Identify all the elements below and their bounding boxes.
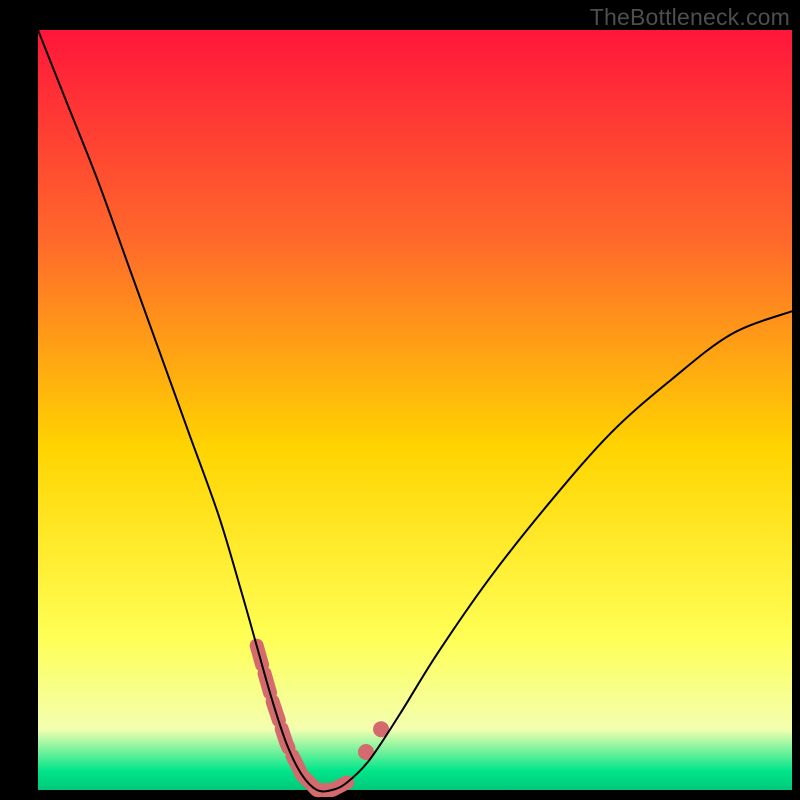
plot-background	[38, 30, 792, 790]
watermark-text: TheBottleneck.com	[590, 4, 790, 31]
chart-frame: TheBottleneck.com	[0, 0, 800, 800]
bottleneck-chart	[0, 0, 800, 800]
